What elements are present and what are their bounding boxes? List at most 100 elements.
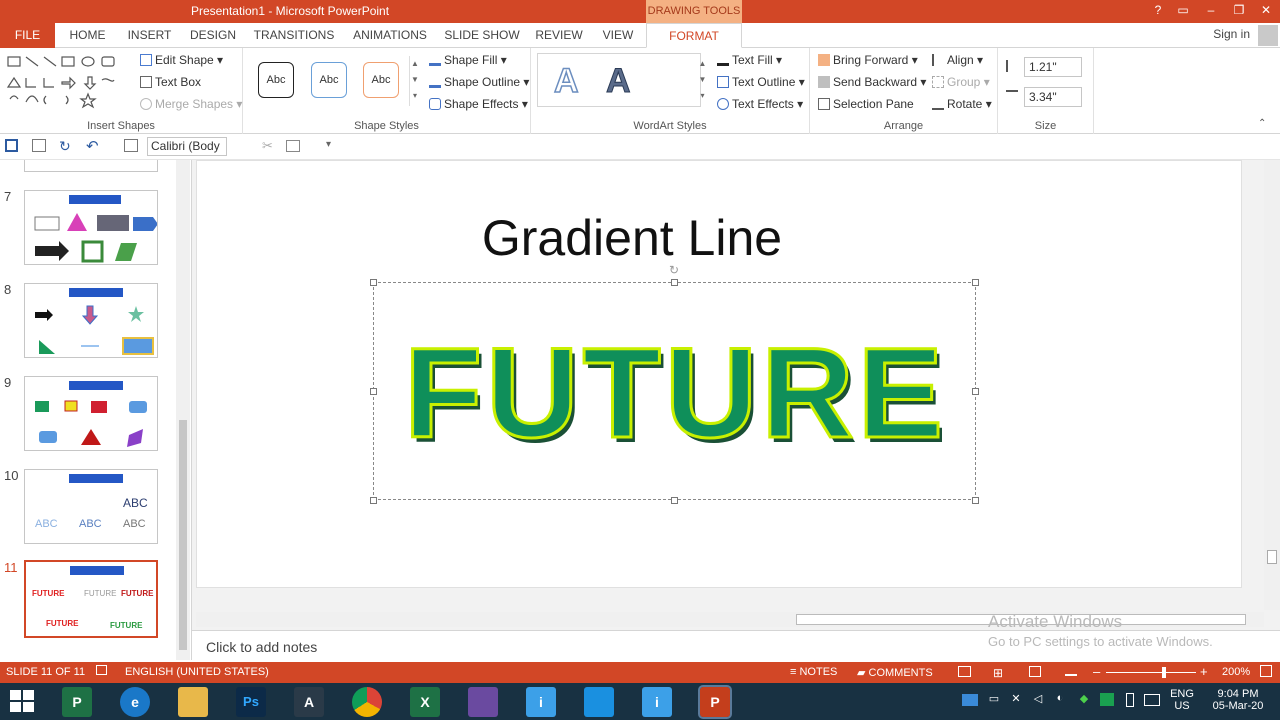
resize-handle[interactable] <box>671 279 678 286</box>
merge-shapes-button[interactable]: Merge Shapes ▾ <box>140 97 242 111</box>
arrange-icon[interactable] <box>286 140 300 152</box>
send-backward-button[interactable]: Send Backward ▾ <box>818 75 926 89</box>
resize-handle[interactable] <box>972 279 979 286</box>
slide-title[interactable]: Gradient Line <box>197 209 1067 267</box>
text-fill-button[interactable]: Text Fill ▾ <box>717 53 782 67</box>
tab-home[interactable]: HOME <box>60 23 115 48</box>
minimize-button[interactable]: – <box>1201 3 1221 19</box>
start-icon[interactable] <box>10 690 34 712</box>
shape-style-3[interactable]: Abc <box>363 62 399 98</box>
shape-style-1[interactable]: Abc <box>258 62 294 98</box>
screen-recorder-icon[interactable] <box>584 687 614 717</box>
thumbnail-scrollbar[interactable] <box>176 160 190 660</box>
text-box-button[interactable]: Text Box <box>140 75 201 89</box>
shape-outline-button[interactable]: Shape Outline ▾ <box>429 75 529 89</box>
thumbnail-scroll-thumb[interactable] <box>179 420 187 650</box>
powerpoint-icon[interactable]: P <box>698 685 732 719</box>
group-button[interactable]: Group ▾ <box>932 75 990 89</box>
rotate-button[interactable]: Rotate ▾ <box>932 97 992 111</box>
wordart-text[interactable]: FUTURE <box>374 319 977 469</box>
tray-volume-icon[interactable]: ◁ <box>1030 692 1046 705</box>
fit-slide-icon[interactable] <box>1260 665 1272 677</box>
resize-handle[interactable] <box>370 279 377 286</box>
wordart-style-1[interactable]: A <box>553 61 579 101</box>
slide-scrollbar[interactable] <box>1264 160 1280 610</box>
customize-qat-icon[interactable]: ▾ <box>326 139 331 150</box>
tray-app-icon[interactable] <box>962 694 978 706</box>
tab-insert[interactable]: INSERT <box>122 23 177 48</box>
shape-height-input[interactable]: 1.21" <box>1024 57 1082 77</box>
tray-mic-icon[interactable]: ◐ <box>1052 692 1068 704</box>
language-indicator[interactable]: ENGLISH (UNITED STATES) <box>125 666 269 678</box>
repeat-icon[interactable]: ↻ <box>59 138 71 155</box>
restore-button[interactable]: ❐ <box>1229 3 1249 19</box>
chrome-icon[interactable] <box>352 687 382 717</box>
tab-transitions[interactable]: TRANSITIONS <box>252 23 336 48</box>
qat-customize-icon[interactable] <box>124 139 138 152</box>
file-explorer-icon[interactable] <box>178 687 208 717</box>
cut-icon[interactable]: ✂ <box>262 138 273 154</box>
zoom-slider-thumb[interactable] <box>1162 667 1166 678</box>
photoshop-icon[interactable]: Ps <box>236 687 266 717</box>
text-outline-button[interactable]: Text Outline ▾ <box>717 75 805 89</box>
slide-canvas[interactable]: Gradient Line ↻ FUTURE <box>196 160 1242 588</box>
resize-handle[interactable] <box>671 497 678 504</box>
clock[interactable]: 9:04 PM 05-Mar-20 <box>1206 688 1270 712</box>
spelling-icon[interactable] <box>96 665 107 675</box>
align-button[interactable]: Align ▾ <box>932 53 983 67</box>
save-icon[interactable] <box>5 139 18 152</box>
tab-file[interactable]: FILE <box>0 23 55 48</box>
close-button[interactable]: ✕ <box>1256 3 1276 19</box>
help-icon[interactable]: ? <box>1148 3 1168 19</box>
slide-show-icon[interactable] <box>1065 666 1077 676</box>
slide-thumbnail-6-partial[interactable] <box>24 160 158 172</box>
battery-icon[interactable] <box>1126 693 1134 707</box>
sign-in-link[interactable]: Sign in <box>1213 27 1250 41</box>
tab-slide-show[interactable]: SLIDE SHOW <box>444 23 520 48</box>
media-icon[interactable] <box>468 687 498 717</box>
edit-shape-button[interactable]: Edit Shape ▾ <box>140 53 223 67</box>
tray-app-icon[interactable] <box>1100 693 1114 706</box>
tray-network-icon[interactable]: ✕ <box>1008 692 1024 705</box>
slide-scroll-thumb[interactable] <box>1267 550 1277 564</box>
wordart-selection-box[interactable]: ↻ FUTURE <box>370 263 979 504</box>
tray-shield-icon[interactable]: ◆ <box>1076 692 1092 705</box>
shape-fill-button[interactable]: Shape Fill ▾ <box>429 53 507 67</box>
bring-forward-button[interactable]: Bring Forward ▾ <box>818 53 918 67</box>
slide-thumbnail-8[interactable] <box>24 283 158 358</box>
shape-effects-button[interactable]: Shape Effects ▾ <box>429 97 528 111</box>
shapes-gallery-icon[interactable] <box>6 54 130 110</box>
tab-review[interactable]: REVIEW <box>530 23 588 48</box>
tab-design[interactable]: DESIGN <box>184 23 242 48</box>
zoom-level[interactable]: 200% <box>1222 666 1250 678</box>
input-language[interactable]: ENG US <box>1166 688 1198 712</box>
tab-animations[interactable]: ANIMATIONS <box>348 23 432 48</box>
shape-width-input[interactable]: 3.34" <box>1024 87 1082 107</box>
app-icon[interactable]: A <box>294 687 324 717</box>
selection-pane-button[interactable]: Selection Pane <box>818 97 914 111</box>
publisher-icon[interactable]: P <box>62 687 92 717</box>
slide-thumbnail-7[interactable] <box>24 190 158 265</box>
comments-button[interactable]: ▰ COMMENTS <box>857 666 933 679</box>
slide-sorter-icon[interactable]: ⊞ <box>993 666 1003 680</box>
reading-view-icon[interactable] <box>1029 666 1041 677</box>
collapse-ribbon-icon[interactable]: ⌃ <box>1258 118 1266 129</box>
tab-format[interactable]: FORMAT <box>646 23 742 48</box>
zoom-out-icon[interactable]: – <box>1093 664 1100 679</box>
resize-handle[interactable] <box>370 497 377 504</box>
slide-thumbnail-10[interactable]: ABC ABC ABC ABC <box>24 469 158 544</box>
ribbon-display-icon[interactable]: ▭ <box>1173 3 1193 19</box>
shape-style-2[interactable]: Abc <box>311 62 347 98</box>
notes-button[interactable]: ≡ NOTES <box>790 666 837 678</box>
rotate-handle-icon[interactable]: ↻ <box>669 263 679 277</box>
keyboard-icon[interactable] <box>1144 694 1160 706</box>
zoom-in-icon[interactable]: + <box>1200 664 1208 679</box>
wordart-scroll[interactable]: ▲ ▼ ▾ <box>697 56 708 106</box>
tab-view[interactable]: VIEW <box>596 23 640 48</box>
start-from-beginning-icon[interactable] <box>32 139 46 152</box>
wordart-style-2[interactable]: A <box>606 62 632 101</box>
font-name-select[interactable]: Calibri (Body <box>147 137 227 156</box>
zoom-slider[interactable] <box>1106 672 1196 673</box>
resize-handle[interactable] <box>972 497 979 504</box>
info-app-icon[interactable]: i <box>642 687 672 717</box>
